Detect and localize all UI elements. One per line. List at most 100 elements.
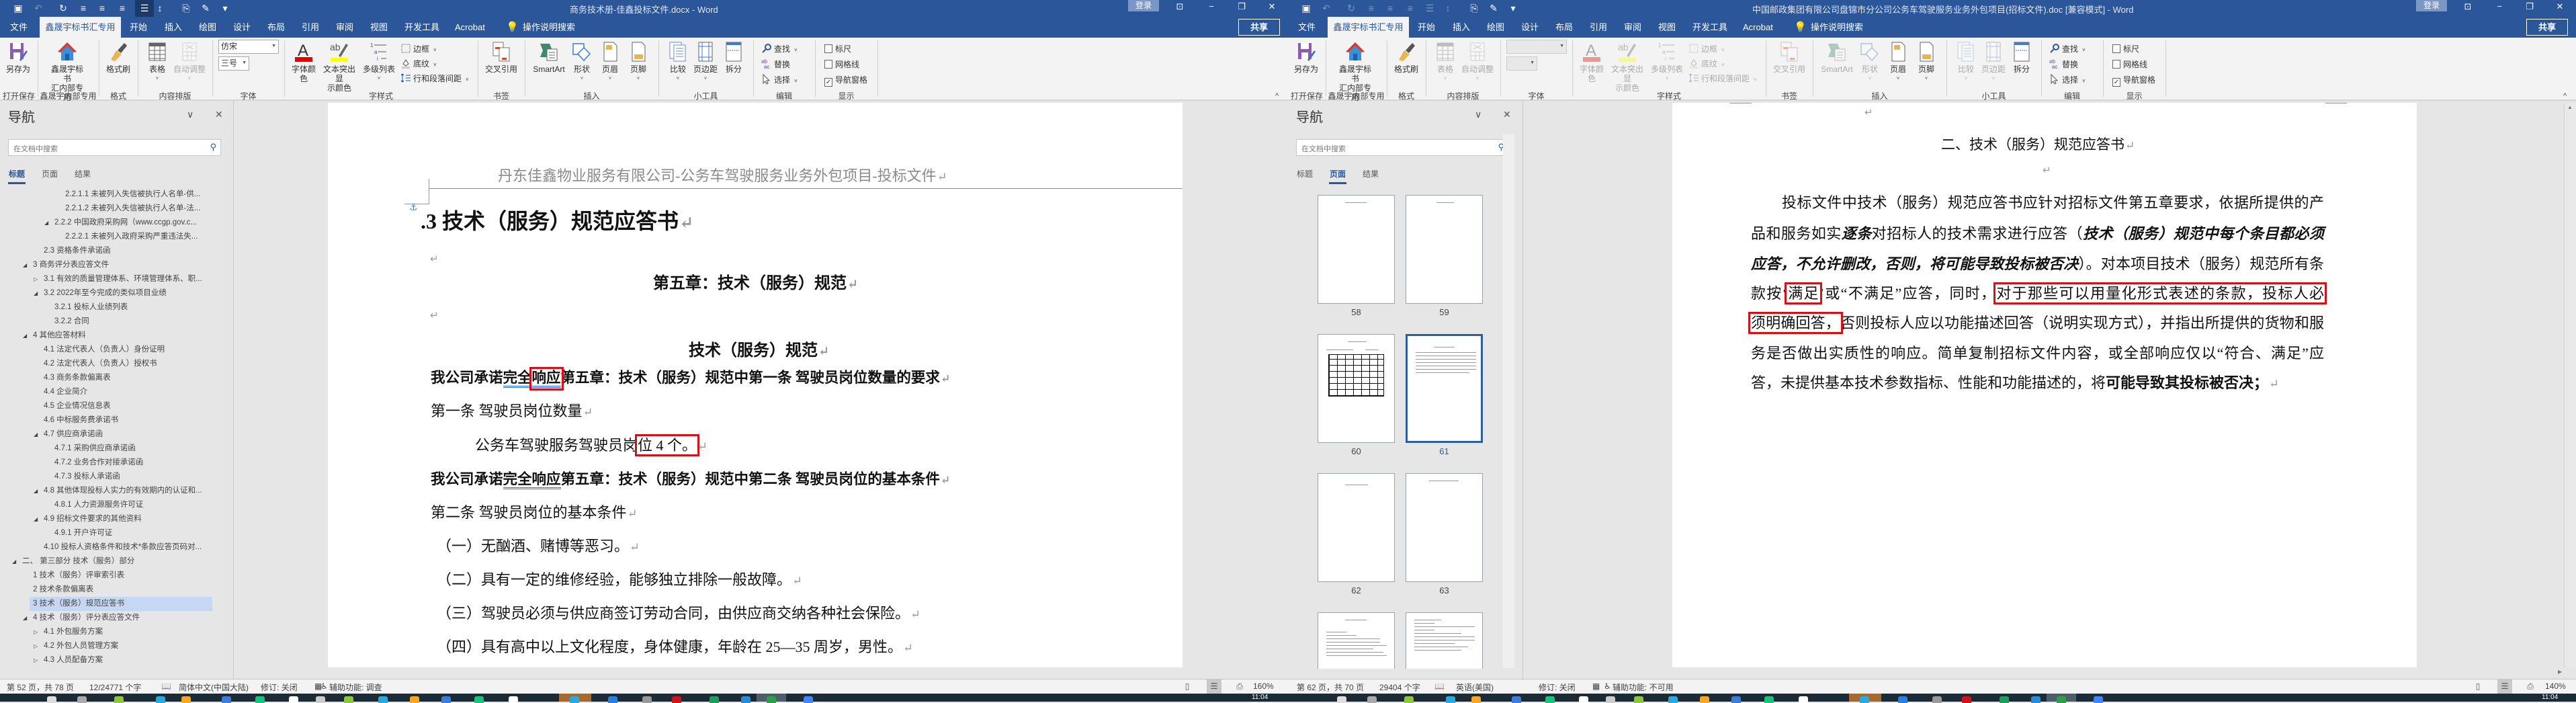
restore-icon[interactable]: ❐ (2523, 1, 2536, 12)
nav-heading-item[interactable]: 4.9.1 开户许可证 (54, 526, 112, 540)
font-size-combobox[interactable]: 三号 ▼ (218, 56, 249, 71)
language[interactable]: 英语(美国) (1456, 681, 1494, 693)
nav-close-icon[interactable]: ✕ (215, 109, 223, 120)
redo-icon[interactable]: ↻ (56, 2, 70, 14)
accessibility-status[interactable]: 辅助功能: 调查 (329, 681, 382, 693)
tab-11[interactable]: Acrobat (455, 17, 485, 38)
align-right-icon[interactable]: ≡ (116, 2, 129, 14)
close-icon[interactable]: ✕ (2553, 1, 2567, 12)
footer-button[interactable]: 页脚 ˅ (619, 39, 657, 83)
taskbar-app-icon[interactable] (77, 696, 87, 703)
web-layout-icon[interactable]: ⎙ (1232, 679, 1247, 694)
taskbar-app-icon[interactable] (114, 696, 124, 703)
ruler-checkbox[interactable]: 标尺 (2112, 43, 2139, 55)
page-thumbnail[interactable] (1406, 612, 1483, 669)
align-right-icon[interactable]: ≡ (1404, 2, 1417, 14)
taskbar-app-icon[interactable] (1668, 696, 1678, 703)
proofing-icon[interactable]: 📖 (1434, 681, 1445, 691)
justify-icon[interactable]: ☰ (1423, 2, 1436, 14)
tab-4[interactable]: 绘图 (1487, 17, 1504, 38)
tab-6[interactable]: 布局 (267, 17, 285, 38)
customize-qat-icon[interactable]: ▾ (1506, 2, 1520, 14)
redo-icon[interactable]: ↻ (1344, 2, 1358, 14)
taskbar-app-icon[interactable] (2031, 696, 2041, 703)
taskbar-app-icon[interactable] (1764, 696, 1774, 703)
tab-6[interactable]: 布局 (1555, 17, 1573, 38)
font-name-combobox[interactable]: 仿宋 ▼ (218, 40, 279, 54)
split-button[interactable]: 拆分 (715, 39, 753, 74)
nav-heading-item[interactable]: 3.2.2 合同 (54, 315, 89, 329)
nav-tab-1[interactable]: 页面 (42, 168, 58, 179)
track-changes[interactable]: 修订: 关闭 (1539, 681, 1576, 693)
taskbar-app-icon[interactable] (289, 696, 298, 703)
nav-heading-item[interactable]: 3 技术（服务）规范应答书 (33, 597, 124, 611)
document-page[interactable]: ⚓ 丹东佳鑫物业服务有限公司-公务车驾驶服务业务外包项目-投标文件 ↵ ↵ .3 技术（… (328, 103, 1183, 667)
nav-options-chevron-icon[interactable]: ∨ (1475, 109, 1482, 120)
page-thumbnail[interactable] (1318, 195, 1395, 304)
nav-search-input[interactable]: 在文档中搜索 ⚲ (1296, 139, 1509, 156)
taskbar-app-icon[interactable] (1512, 696, 1521, 703)
page-thumbnail[interactable] (1318, 612, 1395, 669)
xsy-button[interactable]: 鑫晟宇标书 汇内部专用 (48, 39, 86, 102)
nav-heading-item[interactable]: 2 技术条款偏离表 (33, 583, 93, 597)
document-page[interactable]: ↵ ↵ 二、技术（服务）规范应答书投标文件中技术（服务）规范应答书应针对招标文件第五… (1672, 103, 2417, 667)
nav-tab-1[interactable]: 页面 (1330, 168, 1346, 179)
nav-heading-item[interactable]: 4.3 人员配备方案 (44, 653, 103, 667)
tab-9[interactable]: 视图 (370, 17, 388, 38)
read-mode-icon[interactable]: ▯ (2471, 679, 2485, 694)
taskbar-clock[interactable]: 11:04 (2542, 694, 2558, 701)
taskbar-app-icon[interactable] (608, 696, 617, 703)
find-button[interactable]: 查找 ˅ (2049, 43, 2086, 55)
xsy-button[interactable]: 鑫晟宇标书 汇内部专用 (1336, 39, 1374, 102)
taskbar-app-icon[interactable] (1606, 696, 1615, 703)
taskbar-app-icon[interactable] (2057, 696, 2066, 703)
footer-button[interactable]: 页脚 ˅ (1907, 39, 1945, 83)
tab-5[interactable]: 设计 (1521, 17, 1539, 38)
nav-heading-item[interactable]: 4.4 企业简介 (44, 385, 87, 399)
taskbar-app-icon[interactable] (1404, 696, 1414, 703)
undo-icon[interactable]: ↶ (32, 2, 45, 14)
borders-button[interactable]: 边框 ˅ (400, 43, 437, 55)
nav-heading-item[interactable]: 2.2.2.1 未被列入政府采购严重违法失... (65, 230, 198, 244)
taskbar-app-icon[interactable] (710, 696, 719, 703)
taskbar-app-icon[interactable] (1962, 696, 1971, 703)
proofing-icon[interactable]: 📖 (161, 681, 171, 691)
tab-9[interactable]: 视图 (1658, 17, 1676, 38)
page-thumbnail[interactable] (1406, 195, 1483, 304)
nav-heading-item[interactable]: 2.3 资格条件承诺函 (44, 244, 111, 258)
nav-heading-item[interactable]: 4.1 外包服务方案 (44, 625, 103, 639)
expanded-triangle-icon[interactable]: ◢ (12, 559, 16, 565)
tab-8[interactable]: 审阅 (1624, 17, 1641, 38)
tab-7[interactable]: 引用 (302, 17, 319, 38)
shading-button[interactable]: 底纹 ˅ (400, 58, 437, 70)
expanded-triangle-icon[interactable]: ◢ (34, 290, 38, 296)
close-icon[interactable]: ✕ (1265, 1, 1279, 12)
share-button[interactable]: 共享 (1238, 19, 1280, 36)
eraser-icon[interactable]: ✎ (1487, 2, 1500, 14)
expanded-triangle-icon[interactable]: ◢ (34, 516, 38, 522)
tab-7[interactable]: 引用 (1590, 17, 1607, 38)
customize-qat-icon[interactable]: ▾ (218, 2, 232, 14)
nav-search-input[interactable]: 在文档中搜索 ⚲ (8, 139, 221, 156)
taskbar-app-icon[interactable] (1860, 696, 1869, 703)
print-layout-icon[interactable]: ☰ (1207, 679, 1221, 694)
print-layout-icon[interactable]: ☰ (2497, 679, 2512, 694)
track-changes[interactable]: 修订: 关闭 (261, 681, 298, 693)
eraser-icon[interactable]: ✎ (199, 2, 212, 14)
align-left-icon[interactable]: ≡ (1365, 2, 1378, 14)
gridlines-checkbox[interactable]: 网格线 (2112, 58, 2147, 71)
save-icon[interactable]: ▣ (1299, 2, 1313, 14)
web-layout-icon[interactable]: ⎙ (2523, 679, 2538, 694)
taskbar-app-icon[interactable] (570, 696, 579, 703)
tab-0[interactable]: 文件 (1298, 17, 1316, 38)
expanded-triangle-icon[interactable]: ◢ (44, 220, 48, 226)
taskbar-app-icon[interactable] (767, 696, 776, 703)
nav-heading-item[interactable]: 4.5 企业情况信息表 (44, 399, 111, 413)
taskbar-app-icon[interactable] (441, 696, 451, 703)
expanded-triangle-icon[interactable]: ◢ (34, 431, 38, 438)
taskbar-app-icon[interactable] (741, 696, 750, 703)
select-button[interactable]: 选择 ˅ (2049, 73, 2086, 86)
minimize-icon[interactable]: − (1205, 1, 1218, 11)
save-as-button[interactable]: 另存为 (0, 39, 37, 74)
tab-3[interactable]: 插入 (1453, 17, 1470, 38)
